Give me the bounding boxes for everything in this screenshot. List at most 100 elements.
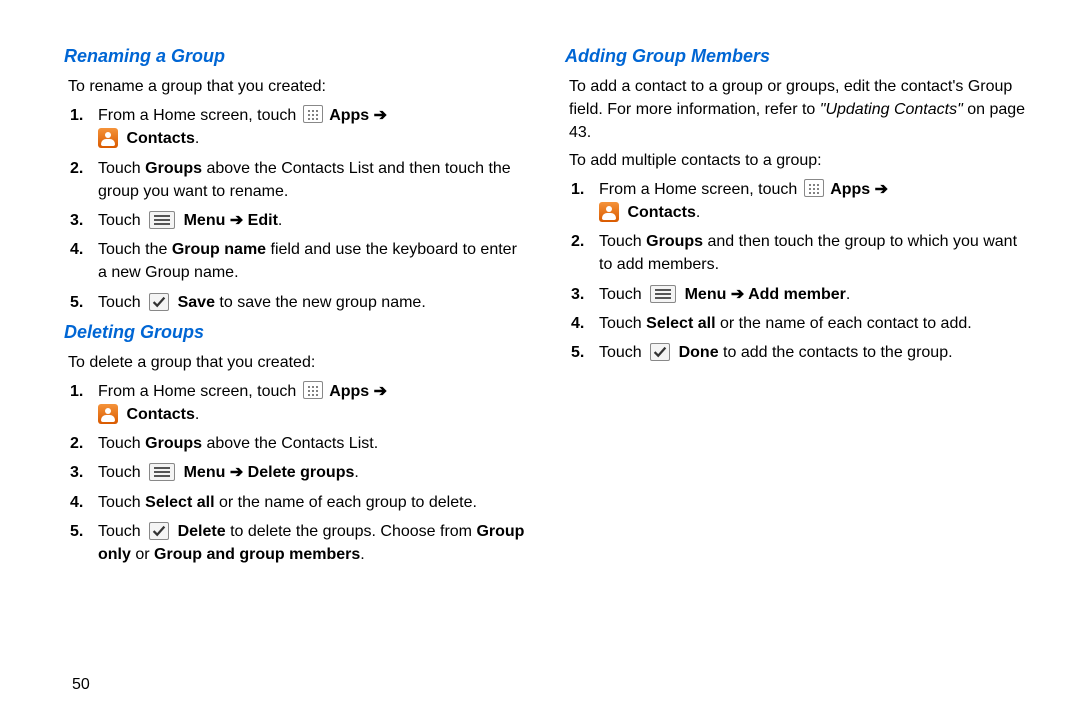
step-number: 5. <box>70 291 83 314</box>
apps-grid-icon <box>303 381 323 399</box>
step: 4. Touch Select all or the name of each … <box>92 491 529 514</box>
step-number: 3. <box>70 461 83 484</box>
delete-groups-label: Delete groups <box>248 464 355 481</box>
step-text: From a Home screen, touch <box>98 383 301 400</box>
step: 4. Touch the Group name field and use th… <box>92 238 529 284</box>
apps-label: Apps <box>329 107 369 124</box>
step-text: Touch <box>98 435 145 452</box>
arrow-icon: ➔ <box>870 181 888 198</box>
step-number: 2. <box>70 432 83 455</box>
step-text: Touch <box>599 344 646 361</box>
step: 4. Touch Select all or the name of each … <box>593 312 1030 335</box>
checkmark-icon <box>149 522 169 540</box>
contacts-label: Contacts <box>126 130 194 147</box>
save-label: Save <box>178 294 215 311</box>
heading-deleting-groups: Deleting Groups <box>64 322 529 343</box>
right-column: Adding Group Members To add a contact to… <box>569 38 1030 572</box>
step-number: 4. <box>70 238 83 261</box>
intro-deleting: To delete a group that you created: <box>68 351 529 374</box>
arrow-icon: ➔ <box>225 212 247 229</box>
punct: . <box>846 286 850 303</box>
menu-label: Menu <box>184 212 226 229</box>
step-text: Touch <box>599 315 646 332</box>
step: 2. Touch Groups above the Contacts List. <box>92 432 529 455</box>
step-text: Touch <box>98 212 145 229</box>
punct: . <box>195 130 199 147</box>
step-text: to save the new group name. <box>215 294 426 311</box>
page-number: 50 <box>72 676 90 694</box>
left-column: Renaming a Group To rename a group that … <box>68 38 529 572</box>
step: 5. Touch Save to save the new group name… <box>92 291 529 314</box>
bold: Select all <box>646 315 715 332</box>
contacts-icon <box>98 128 118 148</box>
bold: Group name <box>172 241 266 258</box>
step-text: Touch <box>599 286 646 303</box>
arrow-icon: ➔ <box>369 107 387 124</box>
punct: . <box>354 464 358 481</box>
step-number: 3. <box>571 283 584 306</box>
menu-icon <box>149 211 175 229</box>
menu-label: Menu <box>184 464 226 481</box>
contacts-label: Contacts <box>126 406 194 423</box>
step-text: or the name of each contact to add. <box>716 315 972 332</box>
step-text: above the Contacts List. <box>202 435 378 452</box>
step-text: Touch <box>599 233 646 250</box>
document-page: Renaming a Group To rename a group that … <box>0 0 1080 572</box>
step-number: 2. <box>571 230 584 253</box>
punct: . <box>696 204 700 221</box>
contacts-icon <box>599 202 619 222</box>
checkmark-icon <box>650 343 670 361</box>
menu-icon <box>149 463 175 481</box>
step: 2. Touch Groups and then touch the group… <box>593 230 1030 276</box>
step-text: or <box>131 546 154 563</box>
step-text: Touch <box>98 294 145 311</box>
steps-adding: 1. From a Home screen, touch Apps ➔ Cont… <box>569 178 1030 364</box>
step: 5. Touch Delete to delete the groups. Ch… <box>92 520 529 566</box>
step: 1. From a Home screen, touch Apps ➔ Cont… <box>92 104 529 150</box>
punct: . <box>278 212 282 229</box>
checkmark-icon <box>149 293 169 311</box>
step-text: Touch the <box>98 241 172 258</box>
delete-label: Delete <box>178 523 226 540</box>
step: 3. Touch Menu ➔ Edit. <box>92 209 529 232</box>
steps-renaming: 1. From a Home screen, touch Apps ➔ Cont… <box>68 104 529 314</box>
step-number: 4. <box>571 312 584 335</box>
bold: Select all <box>145 494 214 511</box>
step-text: Touch <box>98 494 145 511</box>
bold: Groups <box>145 160 202 177</box>
punct: . <box>195 406 199 423</box>
arrow-icon: ➔ <box>225 464 247 481</box>
intro-adding: To add a contact to a group or groups, e… <box>569 75 1030 145</box>
apps-grid-icon <box>804 179 824 197</box>
contacts-label: Contacts <box>627 204 695 221</box>
done-label: Done <box>679 344 719 361</box>
step-number: 3. <box>70 209 83 232</box>
contacts-icon <box>98 404 118 424</box>
apps-label: Apps <box>830 181 870 198</box>
step-text: to delete the groups. Choose from <box>226 523 477 540</box>
step: 2. Touch Groups above the Contacts List … <box>92 157 529 203</box>
punct: . <box>360 546 364 563</box>
steps-deleting: 1. From a Home screen, touch Apps ➔ Cont… <box>68 380 529 566</box>
edit-label: Edit <box>248 212 278 229</box>
arrow-icon: ➔ <box>369 383 387 400</box>
bold: Groups <box>646 233 703 250</box>
intro-adding-2: To add multiple contacts to a group: <box>569 149 1030 172</box>
heading-renaming-group: Renaming a Group <box>64 46 529 67</box>
step-number: 2. <box>70 157 83 180</box>
step-number: 1. <box>70 104 83 127</box>
bold: Groups <box>145 435 202 452</box>
add-member-label: Add member <box>748 286 846 303</box>
step-text: Touch <box>98 464 145 481</box>
menu-label: Menu <box>685 286 727 303</box>
apps-grid-icon <box>303 105 323 123</box>
step-text: From a Home screen, touch <box>599 181 802 198</box>
intro-renaming: To rename a group that you created: <box>68 75 529 98</box>
step-number: 5. <box>70 520 83 543</box>
step-text: or the name of each group to delete. <box>215 494 477 511</box>
step: 1. From a Home screen, touch Apps ➔ Cont… <box>92 380 529 426</box>
step-number: 1. <box>571 178 584 201</box>
step: 3. Touch Menu ➔ Delete groups. <box>92 461 529 484</box>
step-text: Touch <box>98 523 145 540</box>
step: 3. Touch Menu ➔ Add member. <box>593 283 1030 306</box>
